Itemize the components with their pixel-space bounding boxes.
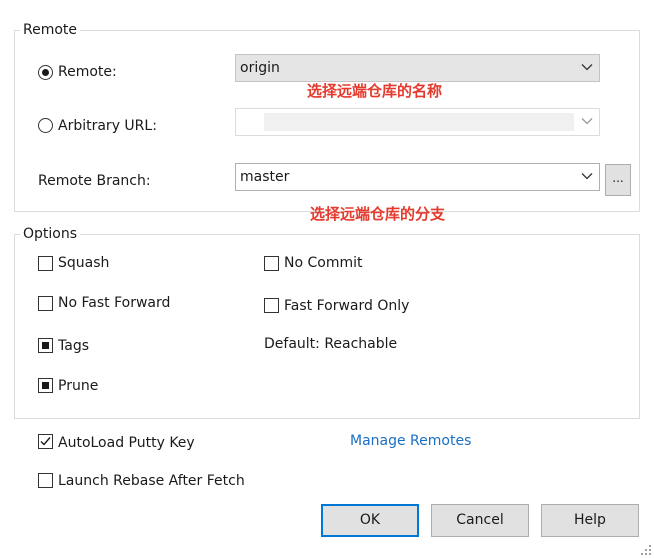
checkmark-icon: [40, 437, 51, 446]
arbitrary-url-select[interactable]: [235, 108, 600, 136]
chevron-down-icon: [581, 64, 593, 71]
remote-group-title: Remote: [20, 22, 81, 38]
tags-checkbox[interactable]: [38, 338, 53, 353]
cancel-button[interactable]: Cancel: [431, 504, 529, 537]
remote-branch-value: master: [240, 169, 290, 185]
branch-annotation: 选择远端仓库的分支: [310, 205, 446, 223]
help-button[interactable]: Help: [541, 504, 639, 537]
ok-button[interactable]: OK: [321, 504, 419, 537]
prune-label[interactable]: Prune: [58, 377, 98, 395]
launch-rebase-checkbox[interactable]: [38, 473, 53, 488]
options-group-title: Options: [20, 226, 81, 242]
tags-label[interactable]: Tags: [58, 337, 89, 355]
remote-annotation: 选择远端仓库的名称: [307, 82, 443, 100]
arbitrary-url-radio[interactable]: [38, 118, 53, 133]
remote-radio-label[interactable]: Remote:: [58, 63, 117, 81]
launch-rebase-label[interactable]: Launch Rebase After Fetch: [58, 472, 245, 490]
squash-label[interactable]: Squash: [58, 254, 109, 272]
arbitrary-url-label[interactable]: Arbitrary URL:: [58, 117, 157, 135]
remote-branch-select[interactable]: master: [235, 163, 600, 191]
no-commit-label[interactable]: No Commit: [284, 254, 362, 272]
tags-default-text: Default: Reachable: [264, 336, 398, 352]
browse-branch-button[interactable]: ...: [605, 164, 631, 196]
no-commit-checkbox[interactable]: [264, 256, 279, 271]
autoload-putty-key-checkbox[interactable]: [38, 434, 53, 449]
arbitrary-url-input-area: [264, 113, 574, 131]
autoload-putty-key-label[interactable]: AutoLoad Putty Key: [58, 434, 195, 452]
fast-forward-only-checkbox[interactable]: [264, 298, 279, 313]
remote-radio[interactable]: [38, 65, 53, 80]
chevron-down-icon: [581, 118, 593, 125]
resize-grip-icon[interactable]: [640, 544, 652, 556]
fast-forward-only-label[interactable]: Fast Forward Only: [284, 297, 409, 315]
remote-select-value: origin: [240, 60, 280, 76]
squash-checkbox[interactable]: [38, 256, 53, 271]
manage-remotes-link[interactable]: Manage Remotes: [350, 432, 471, 450]
no-fast-forward-label[interactable]: No Fast Forward: [58, 294, 170, 312]
remote-select[interactable]: origin: [235, 54, 600, 82]
no-fast-forward-checkbox[interactable]: [38, 296, 53, 311]
prune-checkbox[interactable]: [38, 378, 53, 393]
remote-branch-label: Remote Branch:: [38, 173, 151, 189]
chevron-down-icon: [581, 173, 593, 180]
